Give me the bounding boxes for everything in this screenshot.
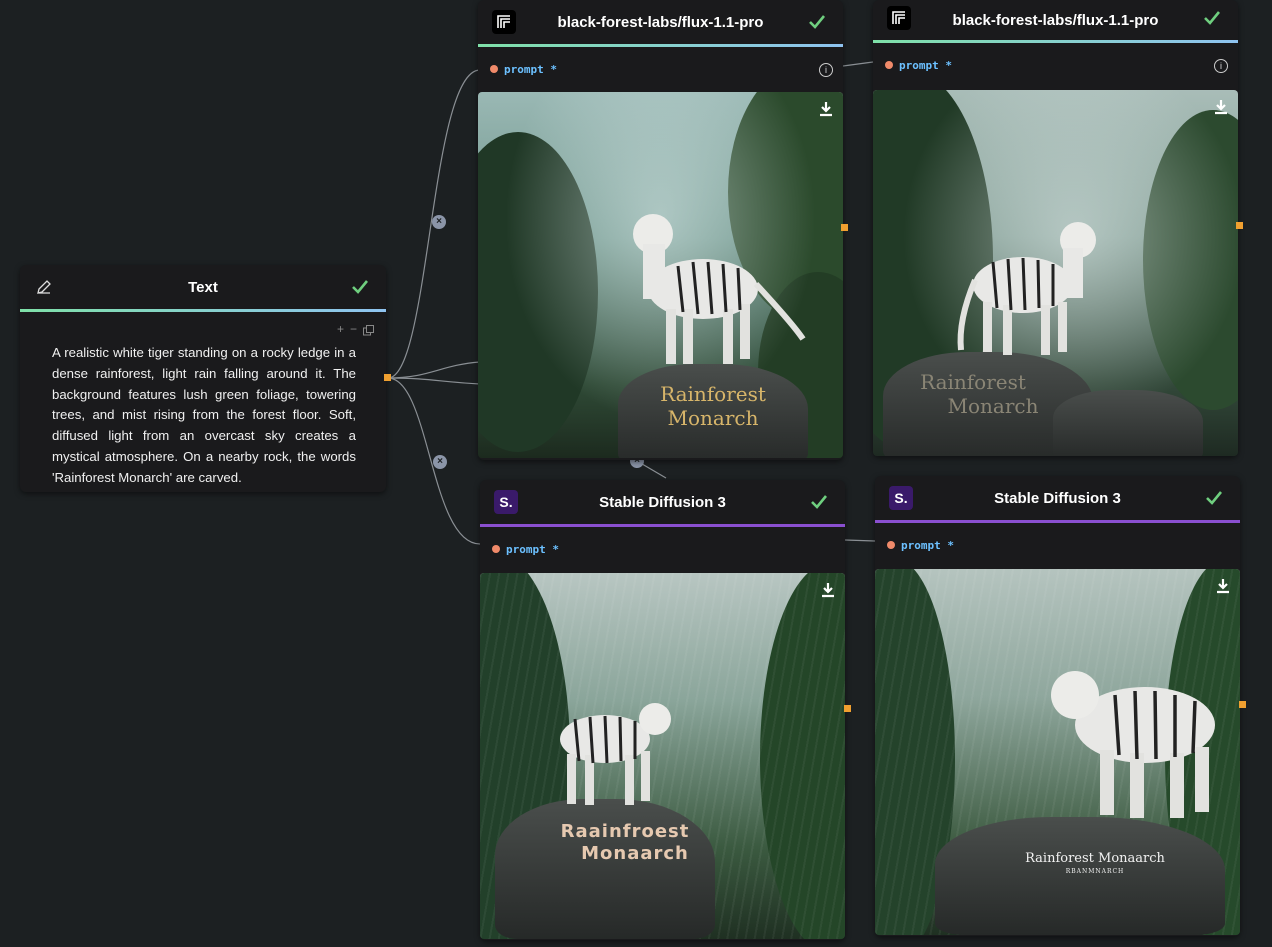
generated-image[interactable]: Raainfroest Monaarch xyxy=(480,573,845,939)
pencil-icon[interactable] xyxy=(36,279,52,295)
prompt-input-port[interactable]: prompt * i xyxy=(873,43,1238,87)
text-output-port[interactable] xyxy=(384,374,391,381)
carved-text: Raainfroest Monaarch xyxy=(540,821,710,865)
flux-node-1-title: black-forest-labs/flux-1.1-pro xyxy=(557,13,764,31)
prompt-input-port[interactable]: prompt * i xyxy=(478,47,843,91)
image-output-port[interactable] xyxy=(1236,222,1243,229)
tiger-figure xyxy=(560,703,671,805)
prompt-text[interactable]: A realistic white tiger standing on a ro… xyxy=(52,343,356,489)
check-icon xyxy=(1206,491,1223,505)
sd3-node-2-title: Stable Diffusion 3 xyxy=(994,489,1121,507)
flux-logo-icon xyxy=(887,6,911,30)
check-icon xyxy=(809,15,826,29)
wire-delete-icon[interactable]: × xyxy=(432,215,446,229)
carved-line-1: Rainforest xyxy=(660,382,766,406)
tiger-figure xyxy=(957,222,1096,355)
prompt-input-port[interactable]: prompt * xyxy=(480,527,845,571)
prompt-port-dot[interactable] xyxy=(492,545,500,553)
text-node-body[interactable]: + − A realistic white tiger standing on … xyxy=(20,312,386,489)
image-output-port[interactable] xyxy=(844,705,851,712)
prompt-label: prompt * xyxy=(901,538,954,552)
tiger-figure xyxy=(1051,671,1215,818)
prompt-label: prompt * xyxy=(899,58,952,72)
carved-text: Rainforest Monarch xyxy=(628,382,798,430)
carved-line-2: RBANMNARCH xyxy=(1065,868,1125,875)
wire-flux1-to-flux2 xyxy=(842,61,874,67)
wire-delete-icon[interactable]: × xyxy=(433,455,447,469)
download-icon[interactable] xyxy=(817,100,835,118)
sd3-node-1[interactable]: S. Stable Diffusion 3 prompt * Raainfroe… xyxy=(480,480,851,940)
text-node-header[interactable]: Text xyxy=(20,265,386,309)
flux-node-2[interactable]: black-forest-labs/flux-1.1-pro prompt * … xyxy=(873,0,1243,456)
prompt-port-dot[interactable] xyxy=(885,61,893,69)
image-output-port[interactable] xyxy=(1239,701,1246,708)
carved-line-1: Rainforest xyxy=(920,370,1026,394)
download-icon[interactable] xyxy=(1214,577,1232,595)
image-output-port[interactable] xyxy=(841,224,848,231)
prompt-label: prompt * xyxy=(506,542,559,556)
info-icon[interactable]: i xyxy=(819,63,833,77)
wire-text-to-flux1-image-b xyxy=(387,377,481,385)
download-icon[interactable] xyxy=(819,581,837,599)
carved-text: Rainforest Monaarch RBANMNARCH xyxy=(1015,851,1175,877)
wire-text-to-flux1-image xyxy=(387,361,481,379)
generated-image[interactable]: Rainforest Monarch xyxy=(478,92,843,458)
flux-node-2-title: black-forest-labs/flux-1.1-pro xyxy=(952,11,1159,29)
carved-line-1: Raainfroest xyxy=(560,821,690,842)
sd3-node-2[interactable]: S. Stable Diffusion 3 prompt * Rainfores… xyxy=(875,476,1246,936)
stability-logo-icon: S. xyxy=(494,490,518,514)
copy-icon[interactable] xyxy=(363,325,374,336)
carved-text: Rainforest Monarch xyxy=(893,370,1053,418)
sd3-node-2-header[interactable]: S. Stable Diffusion 3 xyxy=(875,476,1240,520)
flux-node-1-header[interactable]: black-forest-labs/flux-1.1-pro xyxy=(478,0,843,44)
prompt-label: prompt * xyxy=(504,62,557,76)
tiger-figure xyxy=(633,214,806,364)
carved-line-2: Monarch xyxy=(667,406,759,430)
generated-image[interactable]: Rainforest Monarch xyxy=(873,90,1238,456)
generated-image[interactable]: Rainforest Monaarch RBANMNARCH xyxy=(875,569,1240,935)
check-icon xyxy=(1204,11,1221,25)
carved-line-2: Monaarch xyxy=(581,843,689,864)
prompt-input-port[interactable]: prompt * xyxy=(875,523,1240,567)
text-node-title: Text xyxy=(188,278,218,296)
info-icon[interactable]: i xyxy=(1214,59,1228,73)
add-icon[interactable]: + xyxy=(337,322,344,336)
carved-line-2: Monarch xyxy=(947,394,1039,418)
download-icon[interactable] xyxy=(1212,98,1230,116)
carved-line-1: Rainforest Monaarch xyxy=(1025,851,1165,866)
text-node-tools: + − xyxy=(337,322,374,336)
text-node[interactable]: Text + − A realistic white tiger standin… xyxy=(20,265,391,492)
prompt-port-dot[interactable] xyxy=(887,541,895,549)
sd3-node-1-title: Stable Diffusion 3 xyxy=(599,493,726,511)
sd3-node-1-header[interactable]: S. Stable Diffusion 3 xyxy=(480,480,845,524)
prompt-port-dot[interactable] xyxy=(490,65,498,73)
remove-icon[interactable]: − xyxy=(350,322,357,336)
stability-logo-icon: S. xyxy=(889,486,913,510)
flux-logo-icon xyxy=(492,10,516,34)
flux-node-2-header[interactable]: black-forest-labs/flux-1.1-pro xyxy=(873,0,1238,40)
wire-sd1-to-sd2 xyxy=(844,539,876,542)
check-icon xyxy=(352,280,369,294)
flux-node-1[interactable]: black-forest-labs/flux-1.1-pro prompt * … xyxy=(478,0,848,460)
check-icon xyxy=(811,495,828,509)
